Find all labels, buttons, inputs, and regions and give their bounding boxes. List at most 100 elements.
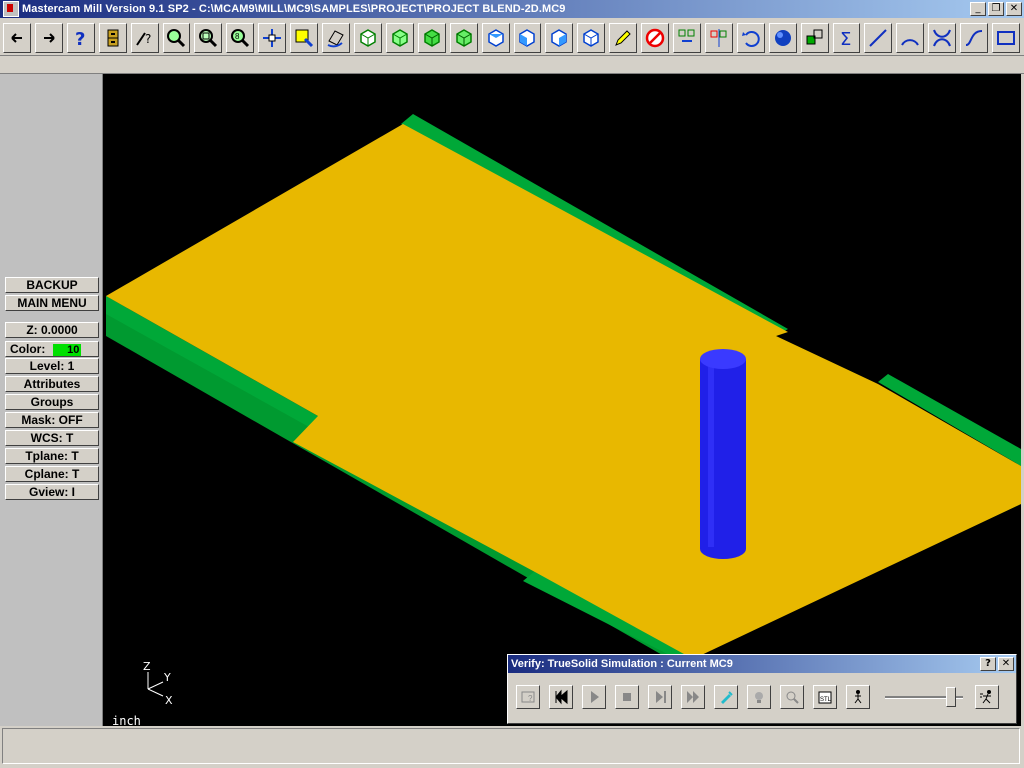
toolbar-button-shade-sphere[interactable] [768,22,797,53]
verify-help-button[interactable]: ? [980,657,996,671]
wcs-button[interactable]: WCS: T [5,430,99,446]
verify-button-play[interactable] [582,685,606,709]
axis-y-label: Y [163,671,171,684]
toolbar-button-cube-top[interactable] [481,22,510,53]
verify-close-button[interactable]: ✕ [998,657,1014,671]
select-icon [295,29,314,47]
mask-button[interactable]: Mask: OFF [5,412,99,428]
gview-button[interactable]: Gview: I [5,484,99,500]
mirror-icon [710,28,727,47]
restore-button[interactable]: ❐ [988,2,1004,16]
axis-x-label: X [165,694,173,707]
main-toolbar: ?? 8 Σ [0,20,1024,56]
forward-arrow-icon [43,32,55,43]
pencil-icon [615,29,631,46]
speed-slider[interactable] [885,685,963,709]
groups-button[interactable]: Groups [5,394,99,410]
toolbar-button-cube-front[interactable] [513,22,542,53]
level-button[interactable]: Level: 1 [5,358,99,374]
toolbar-button-undo[interactable] [736,22,765,53]
back-arrow-icon [11,32,22,43]
toolbar-button-translate[interactable] [673,22,701,53]
axis-y-line [147,681,164,690]
verify-button-stop[interactable] [615,685,639,709]
translate-icon [678,29,695,42]
verify-button-walk-slow[interactable] [846,685,870,709]
tool-top [700,349,746,369]
toolbar-button-rotate-view[interactable] [322,22,350,53]
svg-text:Σ: Σ [840,29,851,49]
main-menu-button[interactable]: MAIN MENU [5,295,99,311]
cube-side-icon [551,28,568,47]
stl-save-icon: STL [818,691,832,704]
toolbar-button-select[interactable] [290,22,319,53]
z-depth-button[interactable]: Z: 0.0000 [5,322,99,338]
cube-view-2-icon [392,28,408,47]
toolbar-button-pan[interactable] [258,22,287,53]
verify-button-lamp[interactable] [747,685,771,709]
walk-slow-icon [854,690,862,704]
toolbar-button-mirror[interactable] [704,22,733,53]
toolbar-button-spline[interactable] [960,22,989,53]
color-button[interactable]: Color: 10 [5,341,99,357]
toolbar-button-back-arrow[interactable] [3,22,31,53]
transform-icon [806,29,823,44]
fast-forward-icon [687,691,699,703]
verify-button-tool-display[interactable] [714,685,738,709]
close-button[interactable]: ✕ [1006,2,1022,16]
backup-button[interactable]: BACKUP [5,277,99,293]
cube-top-icon [487,28,504,47]
verify-title: Verify: TrueSolid Simulation : Current M… [511,658,733,670]
verify-button-options[interactable]: ? [516,685,540,709]
part-scene: Z Y X [106,114,1021,707]
minimize-button[interactable]: _ [970,2,986,16]
toolbar-button-arc[interactable] [896,22,925,53]
toolbar-button-cube-view-3[interactable] [417,22,446,53]
color-label: Color: [10,342,46,356]
toolbar-button-cube-view-1[interactable] [353,22,382,53]
spline-icon [965,29,983,46]
window-title: Mastercam Mill Version 9.1 SP2 - C:\MCAM… [22,3,566,15]
toolbar-button-cube-iso[interactable] [577,22,606,53]
toolbar-button-delete[interactable] [641,22,670,53]
toolbar-button-unzoom[interactable] [194,22,223,53]
toolbar-button-cube-side[interactable] [545,22,574,53]
verify-button-rewind[interactable] [549,685,573,709]
verify-button-zoom-verify[interactable] [780,685,804,709]
toolbar-button-cube-view-4[interactable] [449,22,478,53]
toolbar-button-transform[interactable] [800,22,829,53]
toolbar-button-file-cabinet[interactable] [98,22,127,53]
tool-highlight [708,361,714,547]
attributes-button[interactable]: Attributes [5,376,99,392]
toolbar-button-zoom-selected[interactable]: 8 [226,22,255,53]
cube-iso-icon [583,28,600,47]
toolbar-button-fillet[interactable] [928,22,957,53]
line-icon [869,28,888,47]
graphics-viewport[interactable]: Z Y X inch [103,74,1021,726]
toolbar-button-rectangle[interactable] [992,22,1020,53]
rewind-icon [555,689,568,705]
svg-text:STL: STL [820,697,832,703]
slider-thumb[interactable] [946,687,956,707]
toolbar-button-forward-arrow[interactable] [34,22,63,53]
toolbar-button-line[interactable] [864,22,893,53]
rotate-view-icon [327,29,344,47]
verify-button-stl-save[interactable]: STL [813,685,837,709]
toolbar-button-pencil[interactable] [609,22,638,53]
tplane-button[interactable]: Tplane: T [5,448,99,464]
arc-icon [901,38,920,46]
toolbar-button-sigma[interactable]: Σ [832,22,861,53]
pan-icon [263,28,282,47]
mastercam-app-icon[interactable] [3,1,19,17]
toolbar-button-help[interactable]: ? [66,22,95,53]
tool-display-icon [721,691,733,704]
cplane-button[interactable]: Cplane: T [5,466,99,482]
toolbar-button-cube-view-2[interactable] [385,22,414,53]
verify-button-step[interactable] [648,685,672,709]
verify-button-walk-fast[interactable] [975,685,999,709]
verify-controls: ? STL [516,685,1008,709]
toolbar-button-zoom-window[interactable] [162,22,191,53]
toolbar-button-analyze[interactable]: ? [130,22,159,53]
verify-button-fast-forward[interactable] [681,685,705,709]
tool-shank [700,359,746,549]
